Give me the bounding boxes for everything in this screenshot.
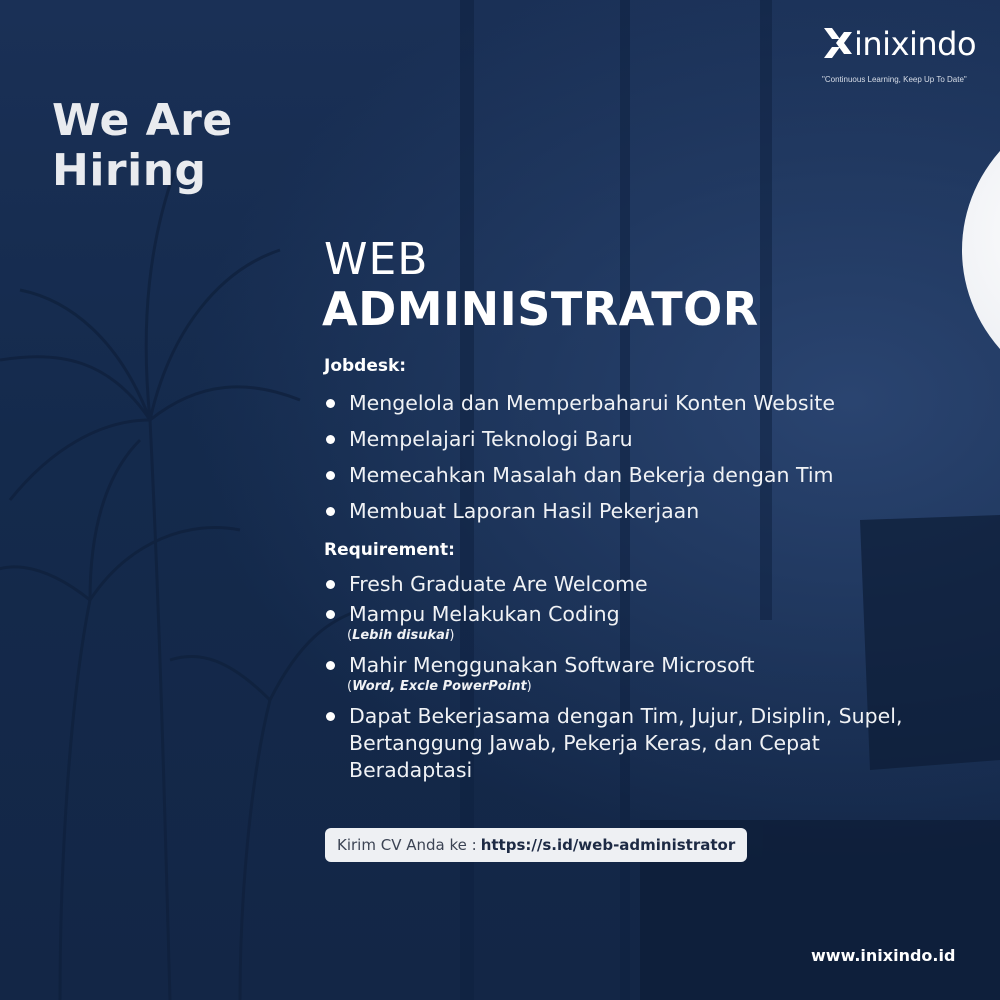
bullet-icon (326, 610, 335, 619)
bullet-icon (326, 712, 335, 721)
list-item: Membuat Laporan Hasil Pekerjaan (324, 493, 835, 529)
list-item: Fresh Graduate Are Welcome (324, 571, 909, 598)
list-item: Memecahkan Masalah dan Bekerja dengan Ti… (324, 457, 835, 493)
hiring-headline: We Are Hiring (52, 96, 233, 196)
bullet-icon (326, 661, 335, 670)
list-item: Mampu Melakukan Coding (Lebih disukai) (324, 601, 909, 644)
headline-line-2: Hiring (52, 145, 207, 196)
list-item: Dapat Bekerjasama dengan Tim, Jujur, Dis… (324, 703, 909, 784)
cv-link[interactable]: https://s.id/web-administrator (481, 836, 736, 854)
bullet-icon (326, 507, 335, 516)
brand-name: inixindo (854, 25, 977, 63)
bullet-icon (326, 399, 335, 408)
bullet-icon (326, 580, 335, 589)
requirement-note: (Word, Excle PowerPoint) (347, 679, 532, 694)
headline-line-1: We Are (52, 95, 233, 146)
list-item: Mempelajari Teknologi Baru (324, 421, 835, 457)
bullet-icon (326, 471, 335, 480)
list-item: Mahir Menggunakan Software Microsoft (Wo… (324, 652, 909, 695)
list-item: Mengelola dan Memperbaharui Konten Websi… (324, 385, 835, 421)
inixindo-logo: inixindo "Continuous Learning, Keep Up T… (820, 24, 980, 88)
requirement-list: Fresh Graduate Are Welcome Mampu Melakuk… (324, 571, 909, 784)
brand-tagline: "Continuous Learning, Keep Up To Date" (822, 75, 967, 84)
bullet-icon (326, 435, 335, 444)
requirement-heading: Requirement: (324, 540, 455, 560)
inixindo-x-logo-icon (824, 28, 852, 58)
requirement-note: (Lebih disukai) (347, 628, 455, 643)
website-link[interactable]: www.inixindo.id (811, 946, 955, 965)
jobdesk-list: Mengelola dan Memperbaharui Konten Websi… (324, 385, 835, 529)
position-title-line-2: ADMINISTRATOR (322, 282, 759, 336)
cv-label: Kirim CV Anda ke : (337, 836, 477, 854)
jobdesk-heading: Jobdesk: (324, 356, 407, 376)
cv-submission-bar: Kirim CV Anda ke : https://s.id/web-admi… (325, 828, 748, 862)
